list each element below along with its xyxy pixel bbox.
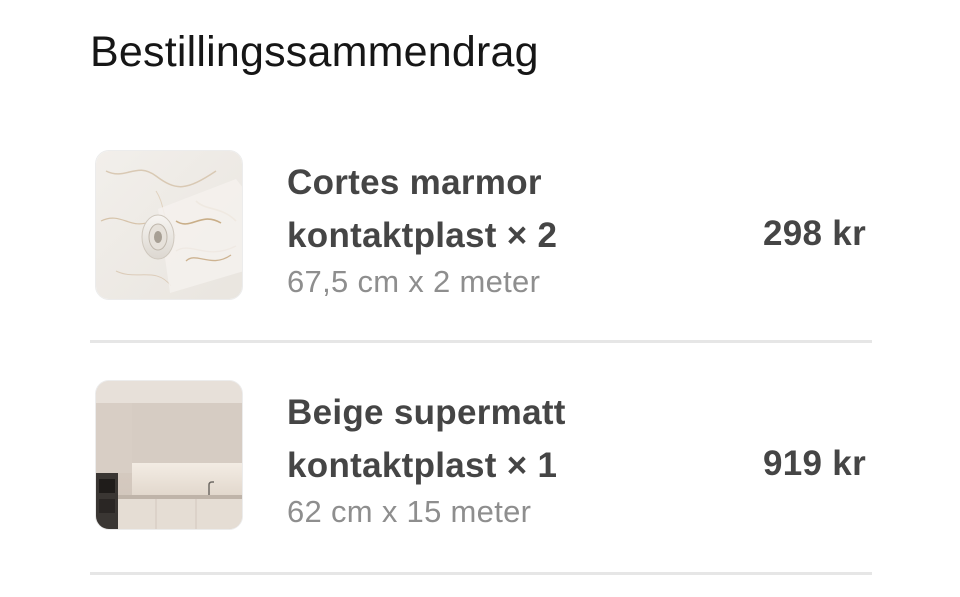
product-name-line2: kontaktplast × 1	[287, 446, 558, 485]
order-item[interactable]: Cortes marmor kontaktplast × 2 67,5 cm x…	[90, 150, 872, 340]
product-name-line2: kontaktplast × 2	[287, 216, 558, 255]
order-summary: Bestillingssammendrag Cortes marmor kont…	[0, 0, 960, 597]
product-thumbnail-marble[interactable]	[95, 150, 243, 300]
product-name-line1: Cortes marmor	[287, 163, 542, 202]
product-variant: 67,5 cm x 2 meter	[287, 264, 541, 299]
marble-roll-image	[96, 151, 242, 299]
product-name[interactable]: Cortes marmor kontaktplast × 2	[287, 156, 647, 262]
product-thumbnail-kitchen[interactable]	[95, 380, 243, 530]
divider	[90, 340, 872, 343]
product-price: 919 kr	[762, 444, 866, 483]
divider	[90, 572, 872, 575]
beige-kitchen-image	[96, 381, 242, 529]
product-price: 298 kr	[762, 214, 866, 253]
product-name-line1: Beige supermatt	[287, 393, 566, 432]
order-summary-title: Bestillingssammendrag	[90, 28, 539, 76]
order-item[interactable]: Beige supermatt kontaktplast × 1 62 cm x…	[90, 380, 872, 570]
product-name[interactable]: Beige supermatt kontaktplast × 1	[287, 386, 647, 492]
product-variant: 62 cm x 15 meter	[287, 494, 532, 529]
